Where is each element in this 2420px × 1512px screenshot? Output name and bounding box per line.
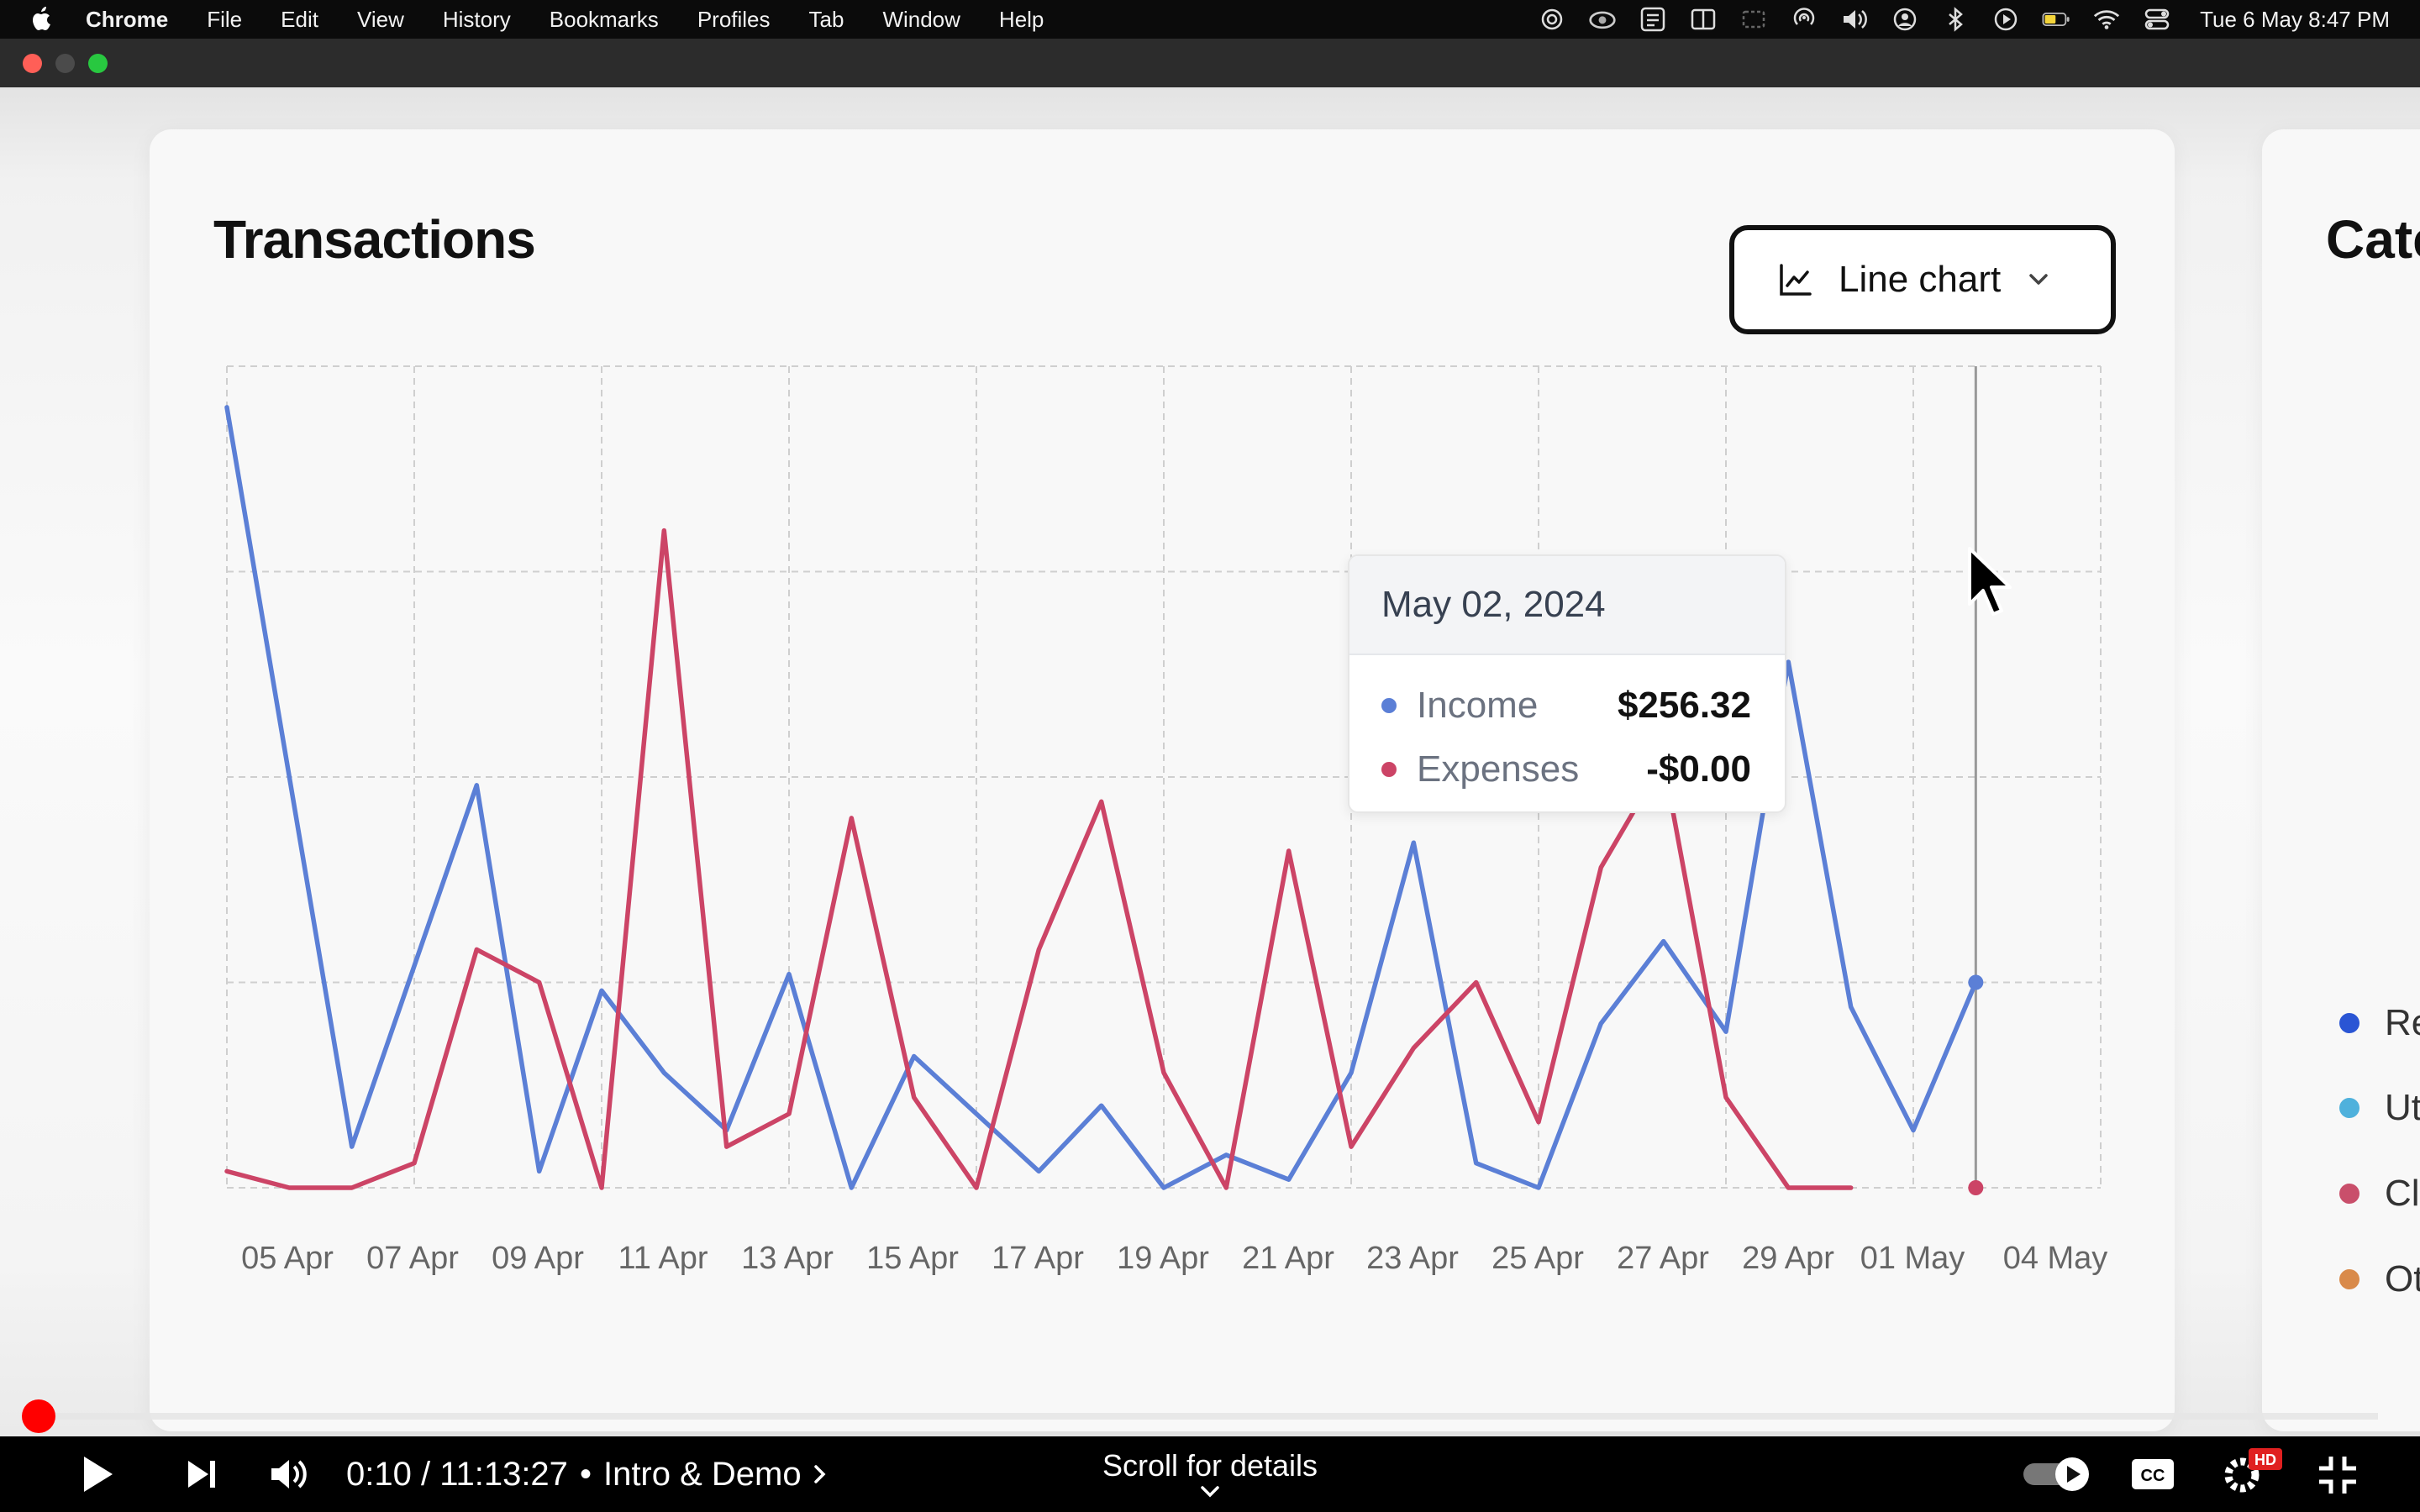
transactions-line-chart[interactable]: 05 Apr 07 Apr 09 Apr 11 Apr 13 Apr 15 Apr 17 A… <box>0 87 2420 1436</box>
control-center-icon[interactable] <box>2143 5 2171 34</box>
svg-text:CC: CC <box>2141 1467 2165 1485</box>
tooltip-dot <box>1381 762 1397 777</box>
video-frame-content: Transactions Line chart Cate Re Ut Cl Ot <box>0 87 2420 1436</box>
scroll-for-details[interactable]: Scroll for details <box>1092 1436 1328 1512</box>
x-axis-tick-label: 09 Apr <box>492 1241 584 1276</box>
openai-icon[interactable] <box>1538 5 1566 34</box>
video-scrubber-handle[interactable] <box>22 1399 55 1433</box>
tooltip-row-expenses: Expenses -$0.00 <box>1381 744 1751 795</box>
video-progress-bar[interactable] <box>34 1413 2378 1420</box>
tooltip-row-income: Income $256.32 <box>1381 680 1751 731</box>
browser-window-strip <box>0 39 2420 87</box>
menu-file[interactable]: File <box>207 7 242 33</box>
x-axis-tick-label: 29 Apr <box>1742 1241 1834 1276</box>
menu-tab[interactable]: Tab <box>809 7 844 33</box>
x-axis-tick-label: 05 Apr <box>241 1241 334 1276</box>
volume-icon[interactable] <box>264 1452 314 1497</box>
apple-logo-icon[interactable] <box>30 7 55 32</box>
macos-menu-bar: Chrome File Edit View History Bookmarks … <box>0 0 2420 39</box>
menu-edit[interactable]: Edit <box>281 7 318 33</box>
tooltip-value: $256.32 <box>1617 685 1751 726</box>
tooltip-dot <box>1381 698 1397 713</box>
menu-history[interactable]: History <box>443 7 511 33</box>
x-axis-tick-label: 13 Apr <box>741 1241 834 1276</box>
captions-icon[interactable]: CC <box>2128 1455 2178 1494</box>
chapter-separator: • <box>579 1455 592 1493</box>
chapter-title[interactable]: Intro & Demo <box>603 1456 802 1494</box>
chapter-chevron-icon[interactable] <box>812 1462 829 1487</box>
chart-markers <box>1968 366 1984 1195</box>
menu-bookmarks[interactable]: Bookmarks <box>550 7 659 33</box>
settings-icon[interactable]: HD <box>2218 1445 2286 1499</box>
creative-cloud-icon[interactable] <box>1588 5 1617 34</box>
menu-bar-clock[interactable]: Tue 6 May 8:47 PM <box>2200 7 2390 33</box>
exit-fullscreen-icon[interactable] <box>2314 1452 2361 1499</box>
x-axis-tick-label: 11 Apr <box>618 1241 708 1276</box>
x-axis-tick-label: 04 May <box>2003 1241 2108 1276</box>
x-axis-labels: 05 Apr 07 Apr 09 Apr 11 Apr 13 Apr 15 Apr 17 A… <box>241 1241 2107 1276</box>
tooltip-value: -$0.00 <box>1646 748 1751 790</box>
play-icon[interactable] <box>72 1452 123 1497</box>
tooltip-label: Expenses <box>1417 748 1580 790</box>
scroll-down-chevron-icon <box>1201 1486 1219 1498</box>
x-axis-tick-label: 27 Apr <box>1617 1241 1709 1276</box>
video-player-controls: 0:10 / 11:13:27 • Intro & Demo Scroll fo… <box>0 1436 2420 1512</box>
user-account-icon[interactable] <box>1891 5 1919 34</box>
svg-text:HD: HD <box>2254 1452 2276 1468</box>
chart-tooltip: May 02, 2024 Income $256.32 Expenses -$0… <box>1348 554 1786 813</box>
menu-window[interactable]: Window <box>882 7 960 33</box>
income-hover-dot <box>1968 974 1984 990</box>
window-close-button[interactable] <box>23 54 42 73</box>
next-icon[interactable] <box>176 1452 227 1497</box>
screen-mirror-icon[interactable] <box>1739 5 1768 34</box>
window-zoom-button[interactable] <box>88 54 108 73</box>
player-time-and-chapter: 0:10 / 11:13:27 • Intro & Demo <box>346 1436 829 1512</box>
menu-profiles[interactable]: Profiles <box>697 7 771 33</box>
autoplay-toggle-icon[interactable] <box>2020 1455 2094 1494</box>
volume-icon[interactable] <box>1840 5 1869 34</box>
menu-help[interactable]: Help <box>999 7 1044 33</box>
tooltip-label: Income <box>1417 685 1539 726</box>
x-axis-tick-label: 21 Apr <box>1242 1241 1334 1276</box>
wifi-icon[interactable] <box>2092 5 2121 34</box>
x-axis-tick-label: 19 Apr <box>1117 1241 1209 1276</box>
split-view-icon[interactable] <box>1689 5 1718 34</box>
text-scan-icon[interactable] <box>1639 5 1667 34</box>
expenses-hover-dot <box>1968 1180 1984 1195</box>
mouse-cursor-icon <box>1968 547 2012 616</box>
menu-view[interactable]: View <box>357 7 404 33</box>
play-circle-icon[interactable] <box>1991 5 2020 34</box>
x-axis-tick-label: 17 Apr <box>992 1241 1084 1276</box>
airdrop-icon[interactable] <box>1790 5 1818 34</box>
x-axis-tick-label: 23 Apr <box>1366 1241 1459 1276</box>
scroll-hint-text: Scroll for details <box>1102 1448 1318 1483</box>
battery-icon <box>2042 5 2070 34</box>
x-axis-tick-label: 15 Apr <box>866 1241 959 1276</box>
window-minimize-button[interactable] <box>55 54 75 73</box>
x-axis-tick-label: 01 May <box>1860 1241 1965 1276</box>
menu-bar-status-area: Tue 6 May 8:47 PM <box>1538 0 2390 39</box>
tooltip-date: May 02, 2024 <box>1349 556 1785 655</box>
x-axis-tick-label: 07 Apr <box>366 1241 459 1276</box>
bluetooth-icon[interactable] <box>1941 5 1970 34</box>
menu-app-name[interactable]: Chrome <box>86 7 168 33</box>
x-axis-tick-label: 25 Apr <box>1491 1241 1584 1276</box>
player-time: 0:10 / 11:13:27 <box>346 1455 568 1493</box>
